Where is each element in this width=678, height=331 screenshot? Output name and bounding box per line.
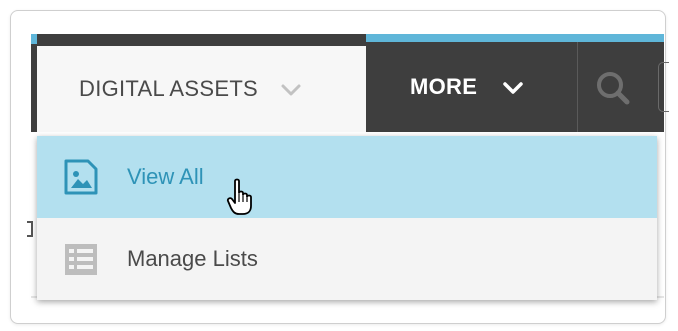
- search-button[interactable]: [590, 64, 636, 114]
- menu-item-manage-lists[interactable]: Manage Lists: [37, 218, 657, 300]
- navbar-accent-stripe: [366, 34, 664, 42]
- navbar-divider: [577, 42, 578, 132]
- tab-digital-assets-label: DIGITAL ASSETS: [79, 76, 259, 101]
- chevron-down-icon: [501, 80, 525, 101]
- menu-item-view-all[interactable]: View All: [37, 136, 657, 218]
- list-icon: [63, 240, 99, 278]
- tab-more[interactable]: MORE: [366, 42, 576, 132]
- tab-digital-assets[interactable]: DIGITAL ASSETS: [37, 46, 366, 132]
- search-icon: [590, 72, 636, 118]
- menu-item-manage-lists-label: Manage Lists: [127, 246, 258, 271]
- image-icon: [63, 158, 99, 196]
- more-dropdown-menu: View All Manage Lists: [37, 136, 657, 300]
- clipped-content-glyph: [26, 220, 34, 238]
- chevron-down-icon: [280, 83, 302, 102]
- navbar-accent-stripe-left: [31, 34, 37, 44]
- search-input[interactable]: [658, 62, 669, 112]
- menu-item-view-all-label: View All: [127, 164, 204, 189]
- hand-pointer-cursor-icon: [226, 178, 258, 216]
- tab-more-label: MORE: [410, 74, 478, 99]
